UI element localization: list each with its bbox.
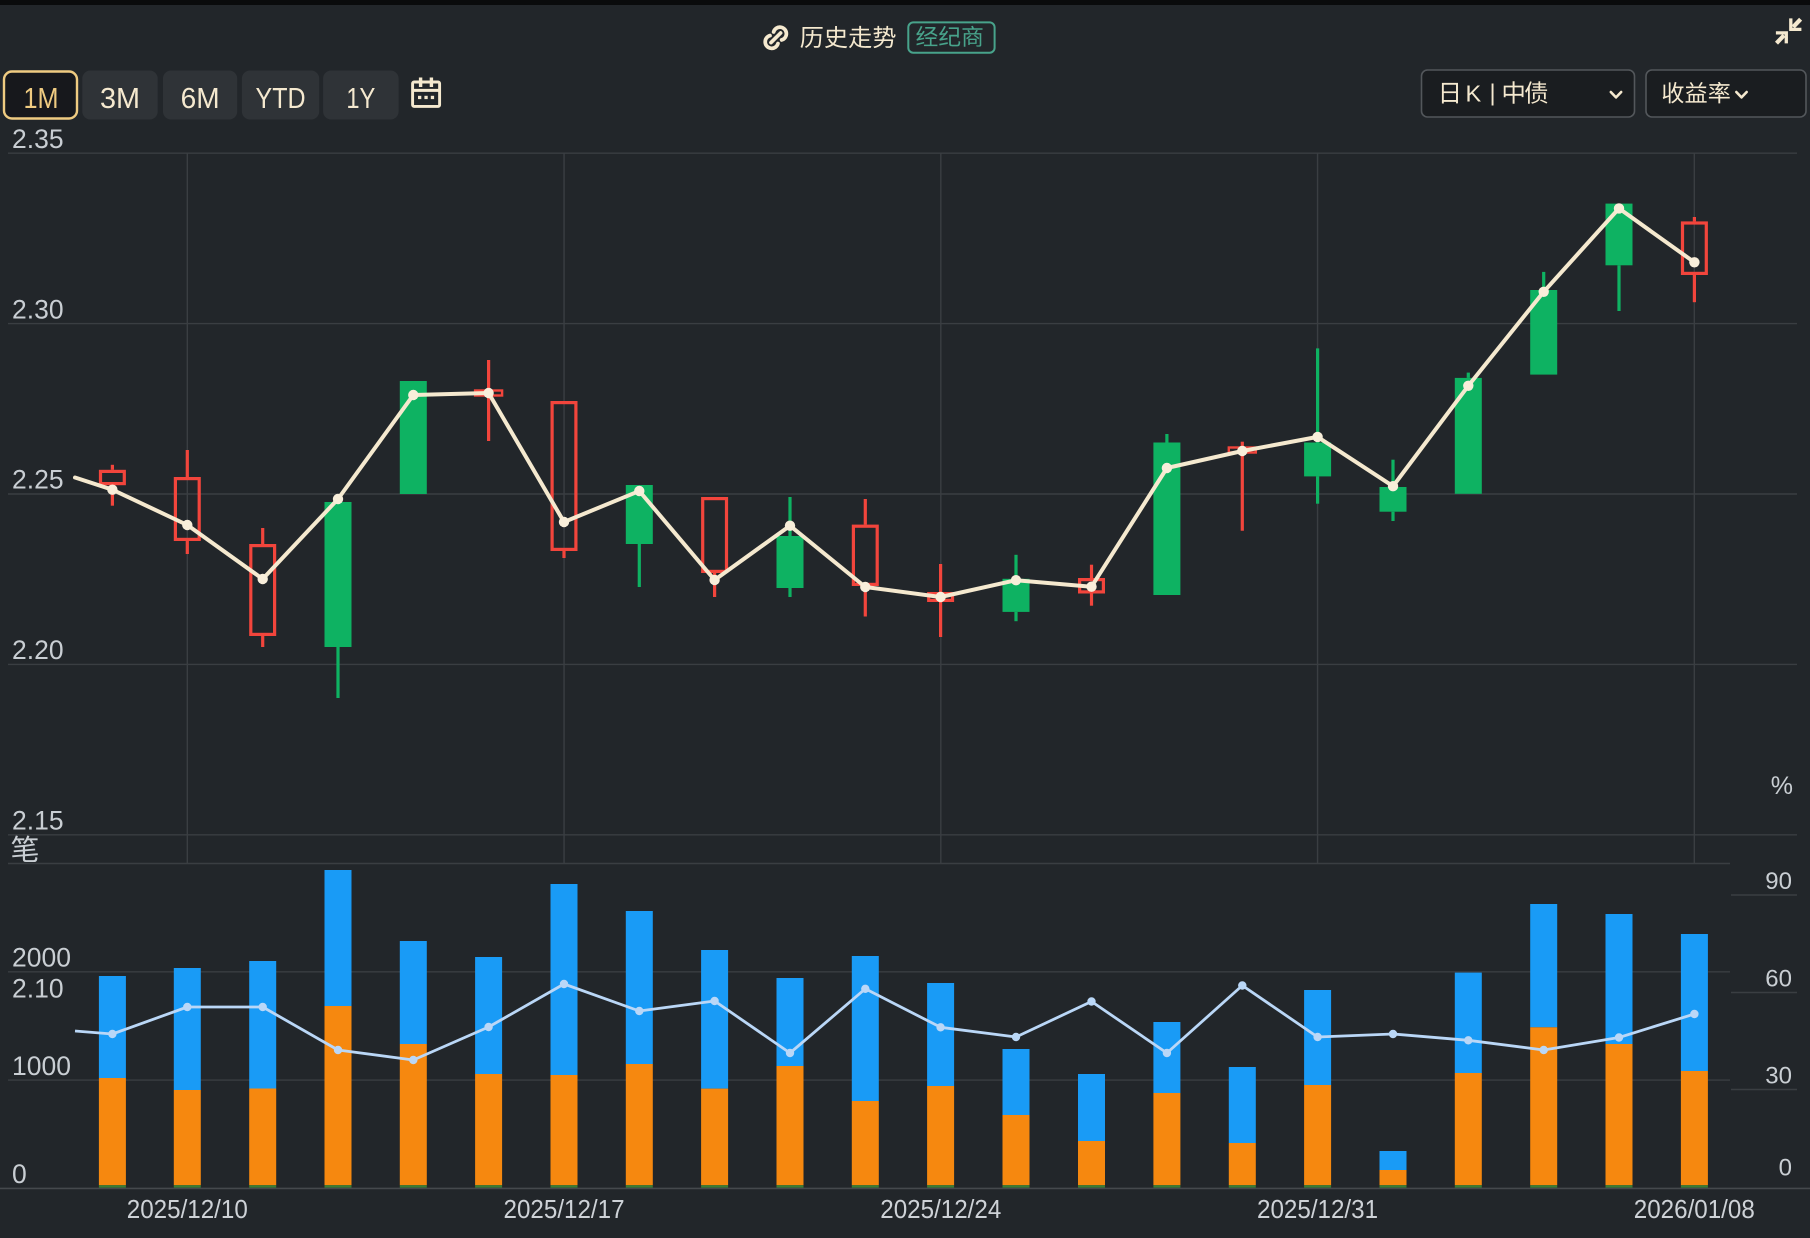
svg-text:2.25: 2.25 <box>12 465 64 495</box>
svg-text:2000: 2000 <box>12 943 71 973</box>
svg-text:|: | <box>1490 80 1496 106</box>
svg-text:2026/01/08: 2026/01/08 <box>1634 1196 1755 1224</box>
svg-text:2.15: 2.15 <box>12 806 64 836</box>
svg-text:60: 60 <box>1765 966 1792 993</box>
svg-text:30: 30 <box>1765 1063 1792 1090</box>
svg-text:90: 90 <box>1765 868 1792 895</box>
svg-text:2.30: 2.30 <box>12 294 64 324</box>
svg-text:2025/12/10: 2025/12/10 <box>127 1196 248 1224</box>
svg-text:K: K <box>1466 81 1482 107</box>
svg-text:%: % <box>1771 772 1793 800</box>
svg-text:1M: 1M <box>24 83 59 115</box>
svg-text:2025/12/31: 2025/12/31 <box>1257 1196 1378 1224</box>
svg-text:2.20: 2.20 <box>12 635 64 665</box>
svg-text:2025/12/17: 2025/12/17 <box>504 1196 625 1224</box>
svg-text:1000: 1000 <box>12 1051 71 1081</box>
svg-text:YTD: YTD <box>256 83 306 115</box>
svg-text:3M: 3M <box>100 83 140 115</box>
svg-text:0: 0 <box>12 1159 27 1189</box>
svg-text:2.10: 2.10 <box>12 974 64 1004</box>
svg-text:1Y: 1Y <box>346 83 375 115</box>
svg-text:6M: 6M <box>181 83 220 115</box>
svg-text:0: 0 <box>1779 1155 1792 1182</box>
svg-text:2025/12/24: 2025/12/24 <box>880 1196 1001 1224</box>
svg-text:2.35: 2.35 <box>12 124 64 154</box>
